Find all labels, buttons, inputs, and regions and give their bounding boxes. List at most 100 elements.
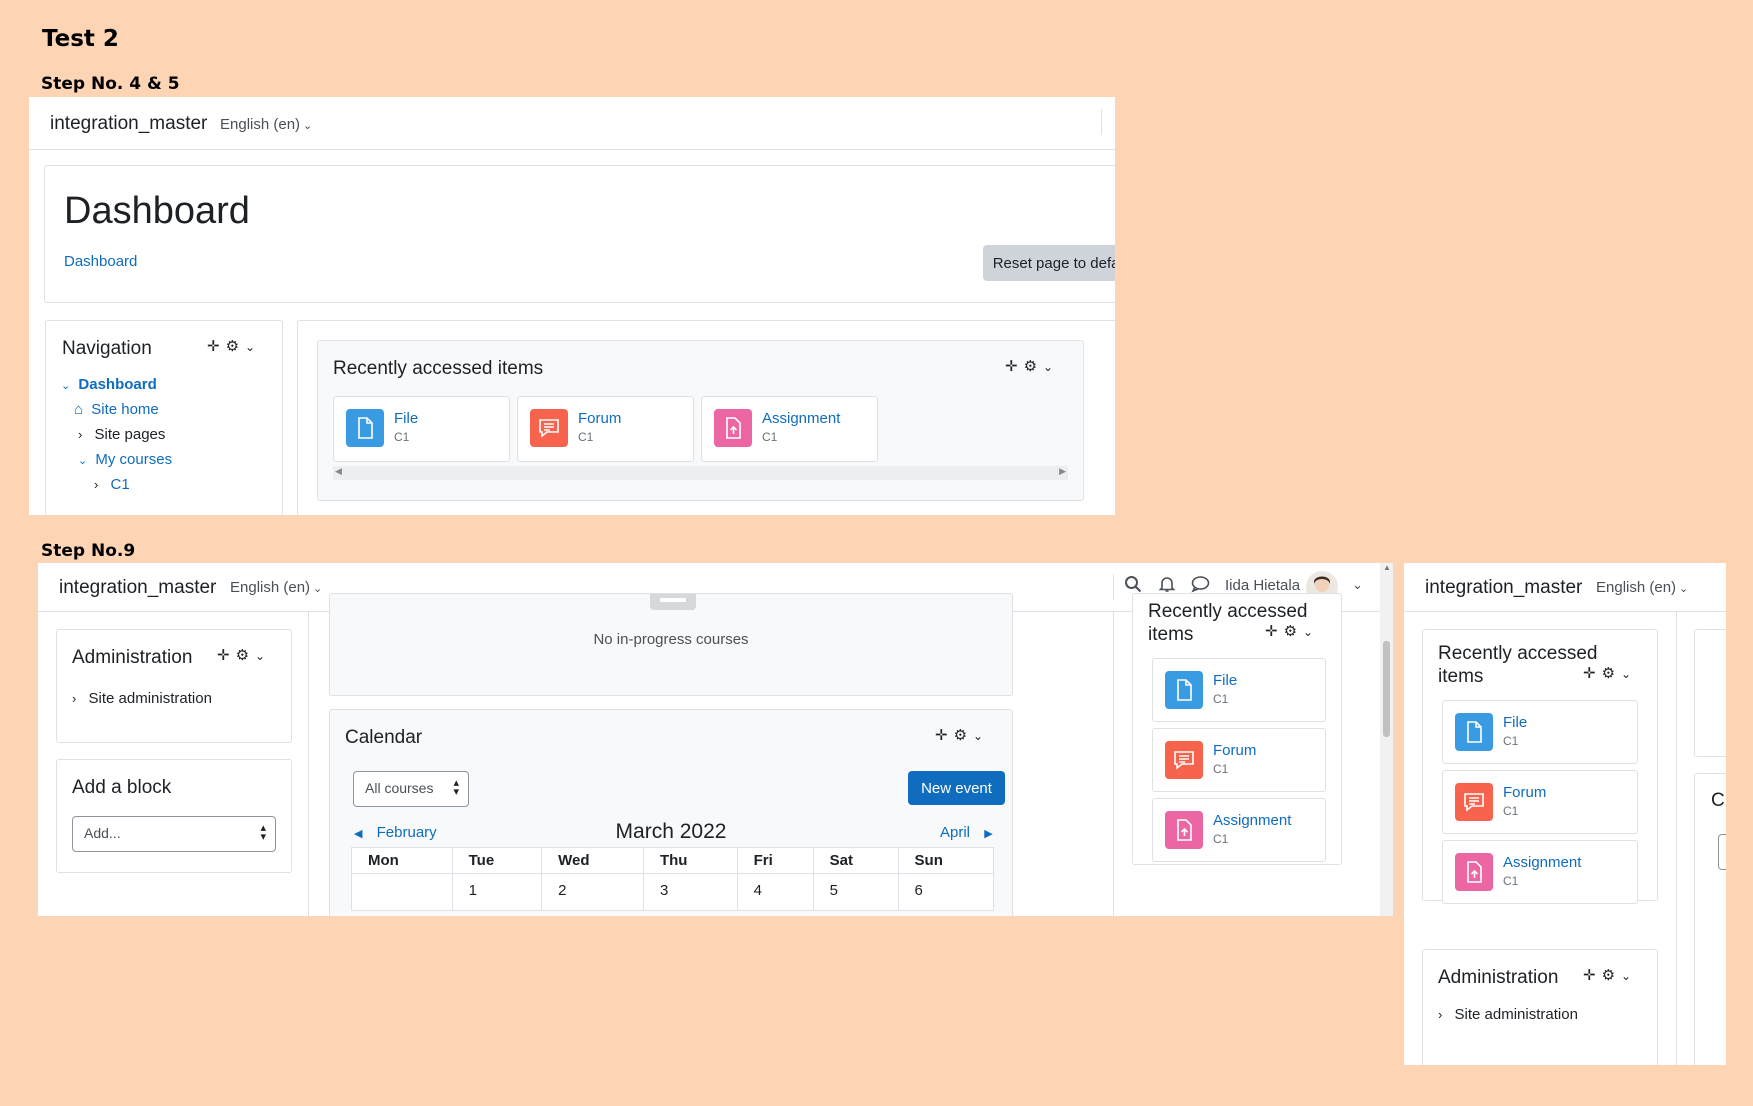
chevron-down-icon[interactable]: ⌄ xyxy=(1303,625,1319,639)
language-menu[interactable]: English (en) ⌄ xyxy=(1596,579,1688,596)
move-icon[interactable]: ✛ xyxy=(1265,622,1284,640)
arrow-right-icon: ▶ xyxy=(984,828,993,840)
recent-item-forum[interactable]: Forum C1 xyxy=(1442,770,1638,834)
calendar-day-cell[interactable]: 1 xyxy=(451,873,543,911)
reset-page-button[interactable]: Reset page to default xyxy=(983,245,1115,281)
move-icon[interactable]: ✛ xyxy=(217,646,236,664)
scroll-right-icon[interactable]: ▶ xyxy=(1059,466,1066,477)
recent-items-title: Recently accessed items xyxy=(1438,642,1597,688)
recent-items-title-line2: items xyxy=(1148,624,1194,645)
move-icon[interactable]: ✛ xyxy=(1583,664,1602,682)
gear-icon[interactable]: ⚙ xyxy=(236,646,255,664)
weekday-header: Wed xyxy=(541,847,644,874)
chevron-down-icon[interactable]: ⌄ xyxy=(245,340,261,354)
weekday-header-row: Mon Tue Wed Thu Fri Sat Sun xyxy=(351,847,995,874)
add-block-select[interactable]: Add... ▴ ▾ xyxy=(72,816,276,852)
recent-item-file[interactable]: File C1 xyxy=(333,396,510,462)
gear-icon[interactable]: ⚙ xyxy=(1024,357,1043,375)
recent-items-block: Recently accessed items ✛⚙⌄ File C1 Foru… xyxy=(317,340,1084,501)
recent-items-block-right: Recently accessed items ✛⚙⌄ File C1 Forum… xyxy=(1132,593,1342,865)
administration-title: Administration xyxy=(1438,967,1559,988)
home-icon: ⌂ xyxy=(74,401,84,418)
recent-item-course: C1 xyxy=(394,430,410,444)
gear-icon[interactable]: ⚙ xyxy=(226,337,245,355)
scroll-left-icon[interactable]: ◀ xyxy=(335,466,342,477)
recent-item-name: Assignment xyxy=(1503,854,1582,871)
file-icon xyxy=(346,409,384,447)
new-event-button[interactable]: New event xyxy=(908,771,1005,805)
assignment-icon xyxy=(1165,811,1203,849)
site-brand[interactable]: integration_master xyxy=(50,113,207,135)
breadcrumb-dashboard[interactable]: Dashboard xyxy=(64,253,137,270)
recent-item-course: C1 xyxy=(1213,692,1229,706)
calendar-day-cell[interactable]: 5 xyxy=(812,873,899,911)
recent-item-assignment[interactable]: Assignment C1 xyxy=(1442,840,1638,904)
recent-item-file[interactable]: File C1 xyxy=(1442,700,1638,764)
next-month-link[interactable]: April ▶ xyxy=(940,824,993,841)
recent-item-assignment[interactable]: Assignment C1 xyxy=(701,396,878,462)
calendar-day-cell[interactable]: 6 xyxy=(897,873,995,911)
move-icon[interactable]: ✛ xyxy=(1005,357,1024,375)
block-controls: ✛⚙⌄ xyxy=(207,337,261,355)
navbar-divider xyxy=(1101,109,1102,135)
chevron-down-icon[interactable]: ⌄ xyxy=(1352,577,1363,593)
scroll-thumb[interactable] xyxy=(1383,641,1390,737)
gear-icon[interactable]: ⚙ xyxy=(954,726,973,744)
language-menu[interactable]: English (en) ⌄ xyxy=(230,579,322,596)
horizontal-scrollbar[interactable]: ◀ ▶ xyxy=(333,466,1068,480)
language-label: English (en) xyxy=(220,116,301,133)
recent-items-title: Recently accessed items xyxy=(333,358,544,379)
calendar-day-cell[interactable]: 3 xyxy=(642,873,738,911)
gear-icon[interactable]: ⚙ xyxy=(1284,622,1303,640)
move-icon[interactable]: ✛ xyxy=(1583,966,1602,984)
recent-item-file[interactable]: File C1 xyxy=(1152,658,1326,722)
nav-item-c1[interactable]: › C1 xyxy=(94,476,130,493)
site-administration-item[interactable]: › Site administration xyxy=(1438,1006,1578,1023)
top-navbar: integration_master English (en) ⌄ xyxy=(1404,563,1726,612)
cut-off-select[interactable] xyxy=(1718,834,1726,870)
recent-item-forum[interactable]: Forum C1 xyxy=(517,396,694,462)
calendar-block: Calendar ✛⚙⌄ All courses ▴ ▾ New event ◀ … xyxy=(329,709,1013,916)
chevron-down-icon: ⌄ xyxy=(78,455,88,467)
calendar-week-row: 1 2 3 4 5 6 xyxy=(351,873,995,911)
assignment-icon xyxy=(714,409,752,447)
gear-icon[interactable]: ⚙ xyxy=(1602,664,1621,682)
recent-item-assignment[interactable]: Assignment C1 xyxy=(1152,798,1326,862)
site-brand[interactable]: integration_master xyxy=(1425,577,1582,599)
calendar-title: Calendar xyxy=(345,727,423,748)
site-administration-item[interactable]: › Site administration xyxy=(72,690,212,707)
chevron-down-icon[interactable]: ⌄ xyxy=(1621,667,1637,681)
block-controls: ✛⚙⌄ xyxy=(1583,966,1637,984)
chevron-down-icon[interactable]: ⌄ xyxy=(255,649,271,663)
gear-icon[interactable]: ⚙ xyxy=(1602,966,1621,984)
language-menu[interactable]: English (en) ⌄ xyxy=(220,116,312,133)
recent-item-course: C1 xyxy=(1213,762,1229,776)
recent-item-name: File xyxy=(1213,672,1238,689)
course-filter-select[interactable]: All courses ▴ ▾ xyxy=(353,771,469,807)
chevron-down-icon[interactable]: ⌄ xyxy=(1043,360,1059,374)
scroll-up-icon[interactable]: ▲ xyxy=(1383,563,1391,572)
user-name[interactable]: Iida Hietala xyxy=(1225,577,1300,594)
site-brand[interactable]: integration_master xyxy=(59,577,216,599)
move-icon[interactable]: ✛ xyxy=(207,337,226,355)
recent-item-course: C1 xyxy=(578,430,594,444)
nav-item-my-courses[interactable]: ⌄ My courses xyxy=(78,451,172,468)
recent-item-name: Assignment xyxy=(762,410,841,427)
recent-item-name: File xyxy=(1503,714,1528,731)
calendar-day-cell[interactable]: 2 xyxy=(541,873,644,911)
chevron-down-icon[interactable]: ⌄ xyxy=(973,729,989,743)
calendar-day-cell xyxy=(351,873,453,911)
move-icon[interactable]: ✛ xyxy=(935,726,954,744)
nav-item-dashboard[interactable]: ⌄ Dashboard xyxy=(61,376,157,393)
calendar-day-cell[interactable]: 4 xyxy=(736,873,814,911)
chevron-down-icon[interactable]: ⌄ xyxy=(1621,969,1637,983)
course-overview-block: No in-progress courses xyxy=(329,593,1013,696)
recent-item-name: Forum xyxy=(578,410,622,427)
block-controls: ✛⚙⌄ xyxy=(1005,357,1059,375)
recent-item-forum[interactable]: Forum C1 xyxy=(1152,728,1326,792)
nav-item-site-pages[interactable]: › Site pages xyxy=(78,426,165,443)
vertical-scrollbar[interactable]: ▲ xyxy=(1380,563,1393,916)
nav-item-site-home[interactable]: ⌂ Site home xyxy=(74,401,159,418)
chevron-right-icon: › xyxy=(94,477,99,492)
weekday-header: Sat xyxy=(812,847,899,874)
